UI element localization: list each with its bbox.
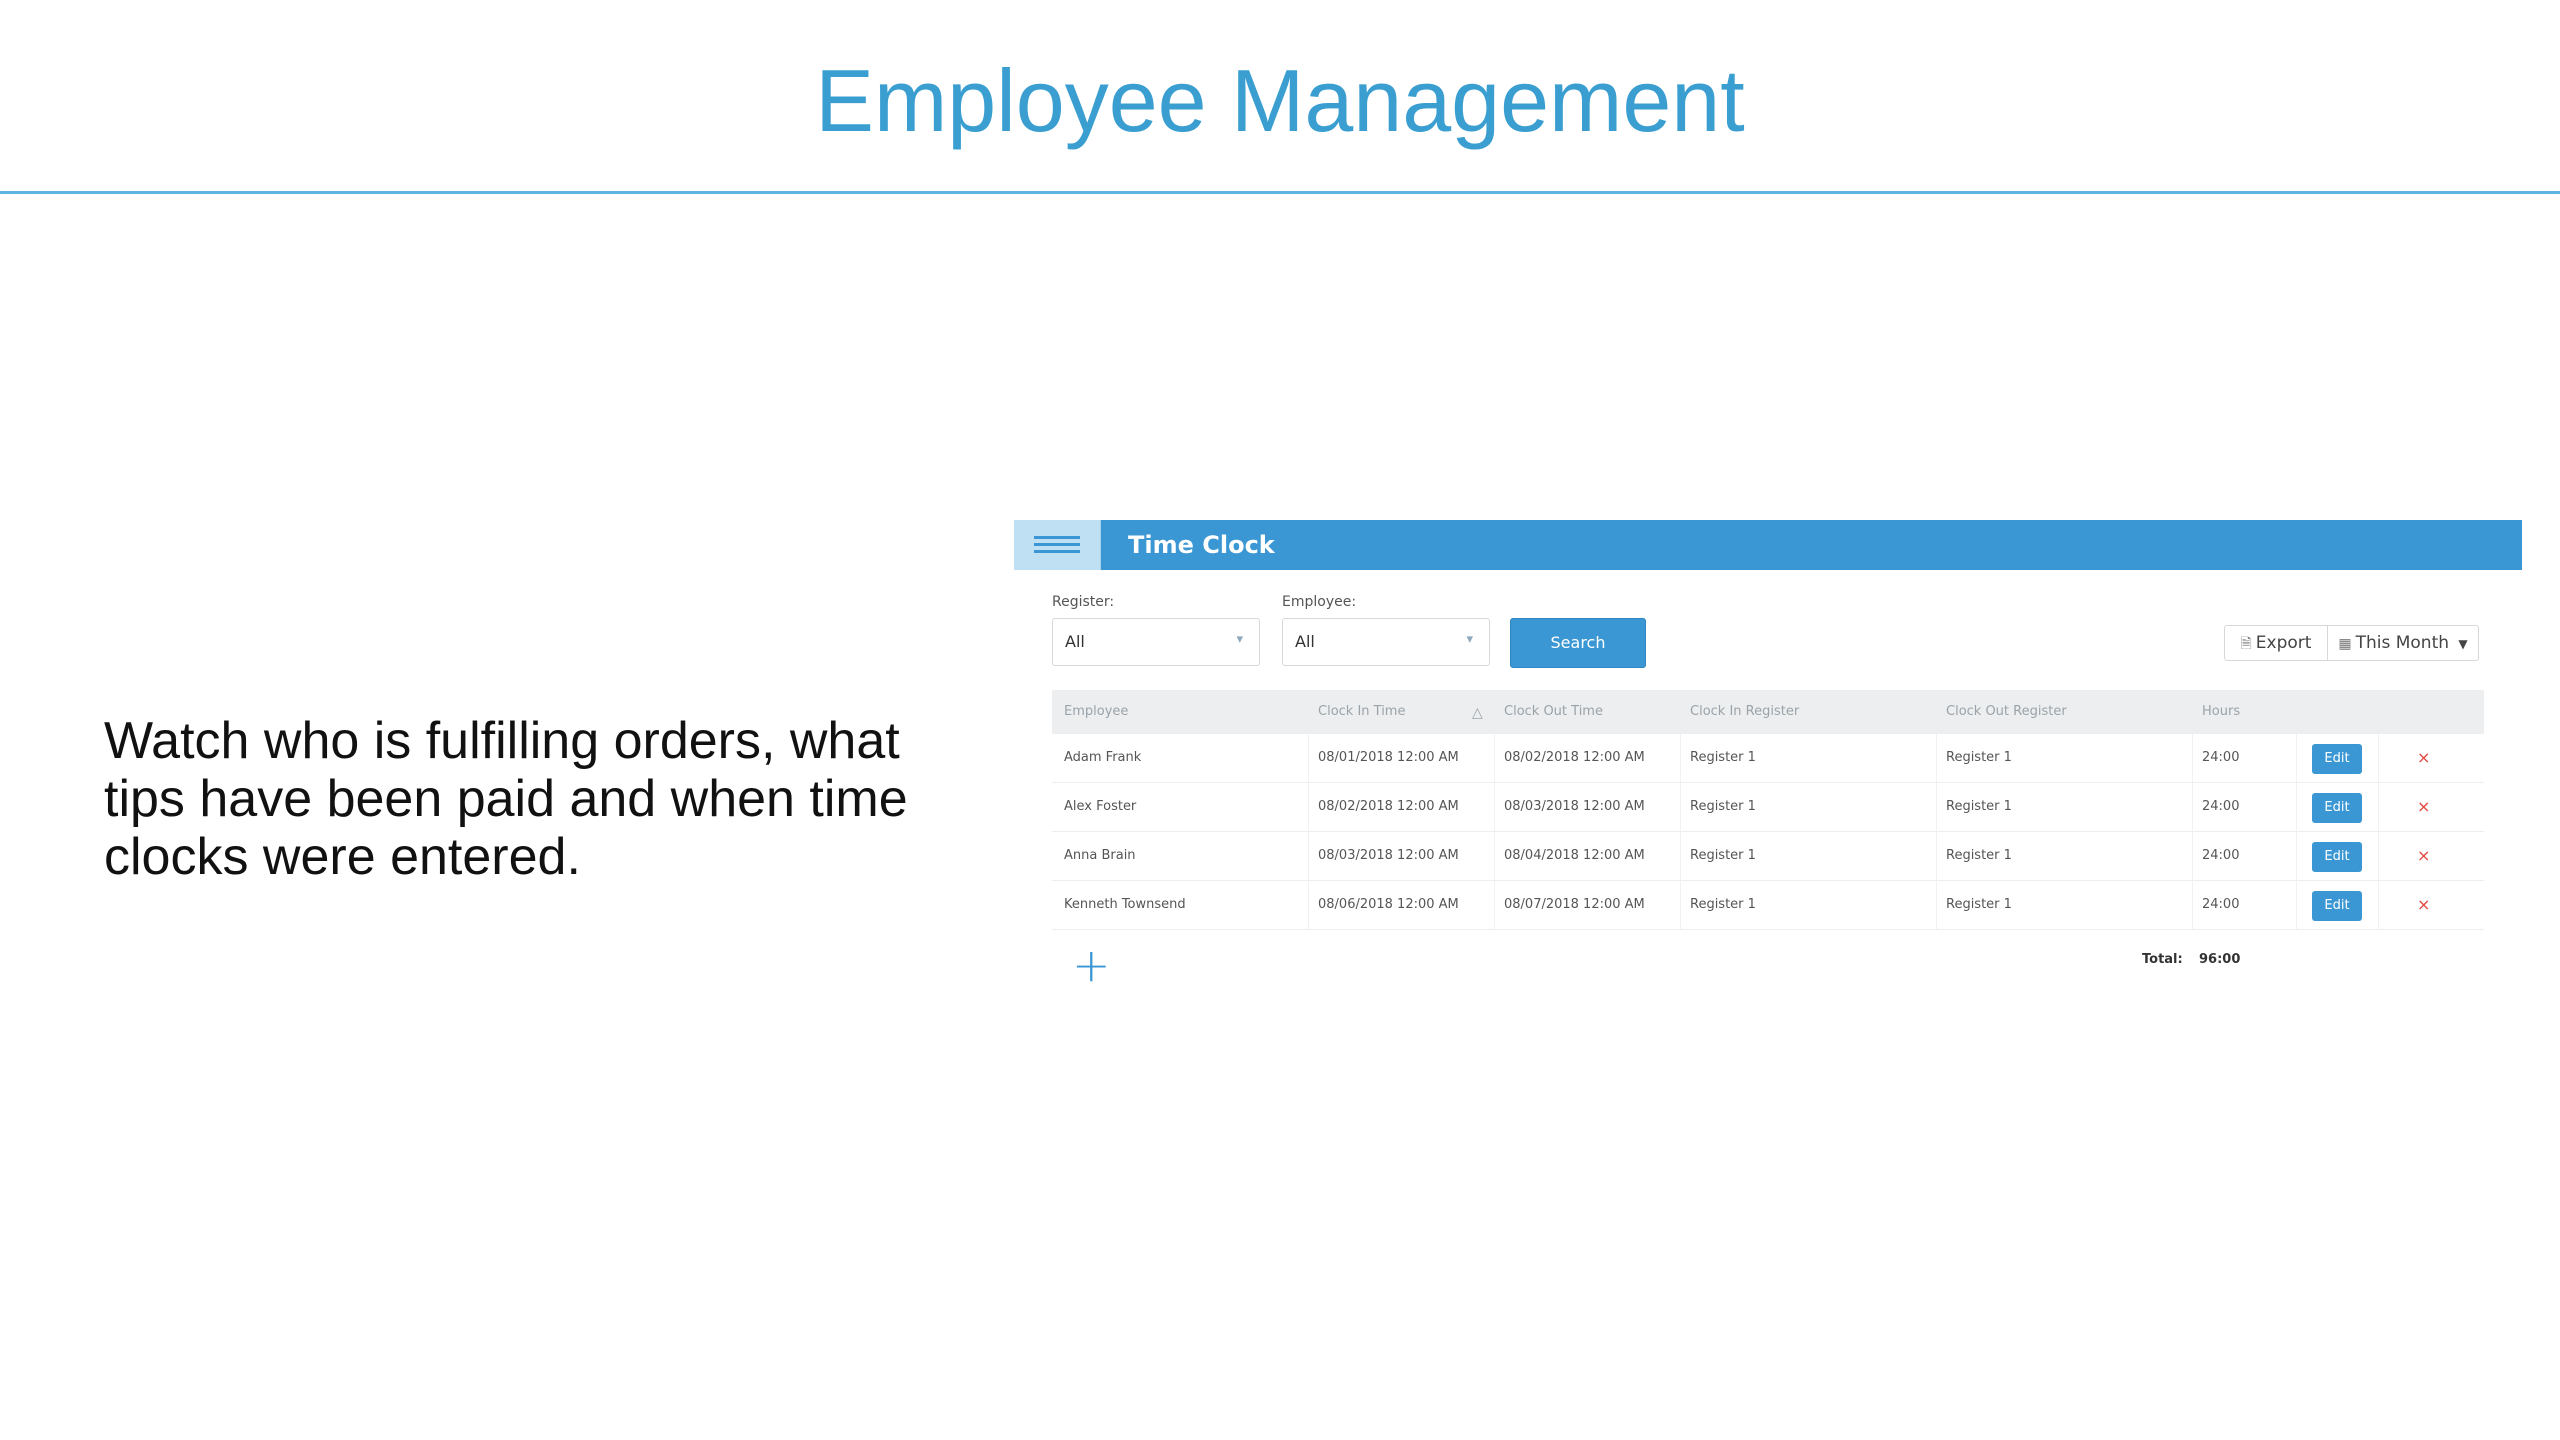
- sort-icon[interactable]: △: [1472, 690, 1483, 734]
- cell-clock-in-register: Register 1: [1690, 848, 1756, 863]
- export-button[interactable]: 🗎 Export: [2224, 625, 2328, 661]
- cell-clock-in-register: Register 1: [1690, 897, 1756, 912]
- employee-label: Employee:: [1282, 594, 1357, 610]
- panel-header: Time Clock: [1014, 520, 2522, 570]
- employee-select[interactable]: All ▾: [1282, 618, 1490, 666]
- cell-clock-out: 08/04/2018 12:00 AM: [1504, 848, 1645, 863]
- cell-clock-in-register: Register 1: [1690, 750, 1756, 765]
- cell-clock-in: 08/03/2018 12:00 AM: [1318, 848, 1459, 863]
- cell-employee: Kenneth Townsend: [1064, 897, 1186, 912]
- export-label: Export: [2255, 633, 2312, 653]
- calendar-icon: ▦: [2338, 636, 2352, 652]
- delete-icon[interactable]: ×: [2417, 881, 2430, 929]
- register-label: Register:: [1052, 594, 1115, 610]
- column-header-clock-in[interactable]: Clock In Time: [1318, 690, 1405, 734]
- add-entry-button[interactable]: +: [1072, 942, 1111, 988]
- column-header-clock-in-register[interactable]: Clock In Register: [1690, 690, 1799, 734]
- cell-hours: 24:00: [2202, 799, 2240, 814]
- cell-hours: 24:00: [2202, 897, 2240, 912]
- cell-clock-out: 08/02/2018 12:00 AM: [1504, 750, 1645, 765]
- chevron-down-icon: ▾: [1236, 631, 1243, 646]
- table-row: Adam Frank 08/01/2018 12:00 AM 08/02/201…: [1052, 734, 2484, 783]
- menu-button[interactable]: [1014, 520, 1101, 570]
- table-row: Anna Brain 08/03/2018 12:00 AM 08/04/201…: [1052, 832, 2484, 881]
- slide-title: Employee Management: [815, 51, 1745, 150]
- cell-employee: Adam Frank: [1064, 750, 1142, 765]
- delete-icon[interactable]: ×: [2417, 832, 2430, 880]
- table-row: Alex Foster 08/02/2018 12:00 AM 08/03/20…: [1052, 783, 2484, 832]
- date-range-label: This Month: [2355, 633, 2450, 653]
- register-select-value: All: [1065, 632, 1085, 651]
- cell-clock-in: 08/01/2018 12:00 AM: [1318, 750, 1459, 765]
- edit-button[interactable]: Edit: [2312, 891, 2362, 921]
- cell-clock-in: 08/06/2018 12:00 AM: [1318, 897, 1459, 912]
- cell-clock-out-register: Register 1: [1946, 750, 2012, 765]
- cell-clock-out: 08/03/2018 12:00 AM: [1504, 799, 1645, 814]
- register-select[interactable]: All ▾: [1052, 618, 1260, 666]
- cell-hours: 24:00: [2202, 750, 2240, 765]
- chevron-down-icon: ▾: [1466, 631, 1473, 646]
- edit-button[interactable]: Edit: [2312, 793, 2362, 823]
- edit-button[interactable]: Edit: [2312, 842, 2362, 872]
- delete-icon[interactable]: ×: [2417, 734, 2430, 782]
- document-icon: 🗎: [2240, 636, 2252, 652]
- panel-title: Time Clock: [1128, 531, 1275, 559]
- slide: Employee Management Watch who is fulfill…: [0, 0, 2560, 1440]
- cell-hours: 24:00: [2202, 848, 2240, 863]
- table-row: Kenneth Townsend 08/06/2018 12:00 AM 08/…: [1052, 881, 2484, 930]
- cell-clock-out-register: Register 1: [1946, 897, 2012, 912]
- cell-clock-out-register: Register 1: [1946, 799, 2012, 814]
- chevron-down-icon: ▼: [2458, 637, 2468, 651]
- cell-clock-in-register: Register 1: [1690, 799, 1756, 814]
- total-label: Total:: [2142, 952, 2183, 967]
- cell-clock-out: 08/07/2018 12:00 AM: [1504, 897, 1645, 912]
- search-button[interactable]: Search: [1510, 618, 1646, 668]
- title-divider: [0, 191, 2560, 194]
- cell-clock-in: 08/02/2018 12:00 AM: [1318, 799, 1459, 814]
- date-range-dropdown[interactable]: ▦ This Month ▼: [2327, 625, 2479, 661]
- slide-body-text: Watch who is fulfilling orders, what tip…: [104, 712, 908, 886]
- time-clock-table: Employee Clock In Time △ Clock Out Time …: [1052, 690, 2484, 930]
- delete-icon[interactable]: ×: [2417, 783, 2430, 831]
- column-header-clock-out[interactable]: Clock Out Time: [1504, 690, 1603, 734]
- time-clock-panel: Time Clock Register: All ▾ Employee: All…: [1014, 520, 2522, 990]
- edit-button[interactable]: Edit: [2312, 744, 2362, 774]
- column-header-clock-out-register[interactable]: Clock Out Register: [1946, 690, 2067, 734]
- column-header-employee[interactable]: Employee: [1064, 690, 1128, 734]
- cell-employee: Alex Foster: [1064, 799, 1137, 814]
- cell-employee: Anna Brain: [1064, 848, 1136, 863]
- employee-select-value: All: [1295, 632, 1315, 651]
- column-header-hours[interactable]: Hours: [2202, 690, 2240, 734]
- table-header: Employee Clock In Time △ Clock Out Time …: [1052, 690, 2484, 734]
- cell-clock-out-register: Register 1: [1946, 848, 2012, 863]
- total-value: 96:00: [2199, 952, 2241, 967]
